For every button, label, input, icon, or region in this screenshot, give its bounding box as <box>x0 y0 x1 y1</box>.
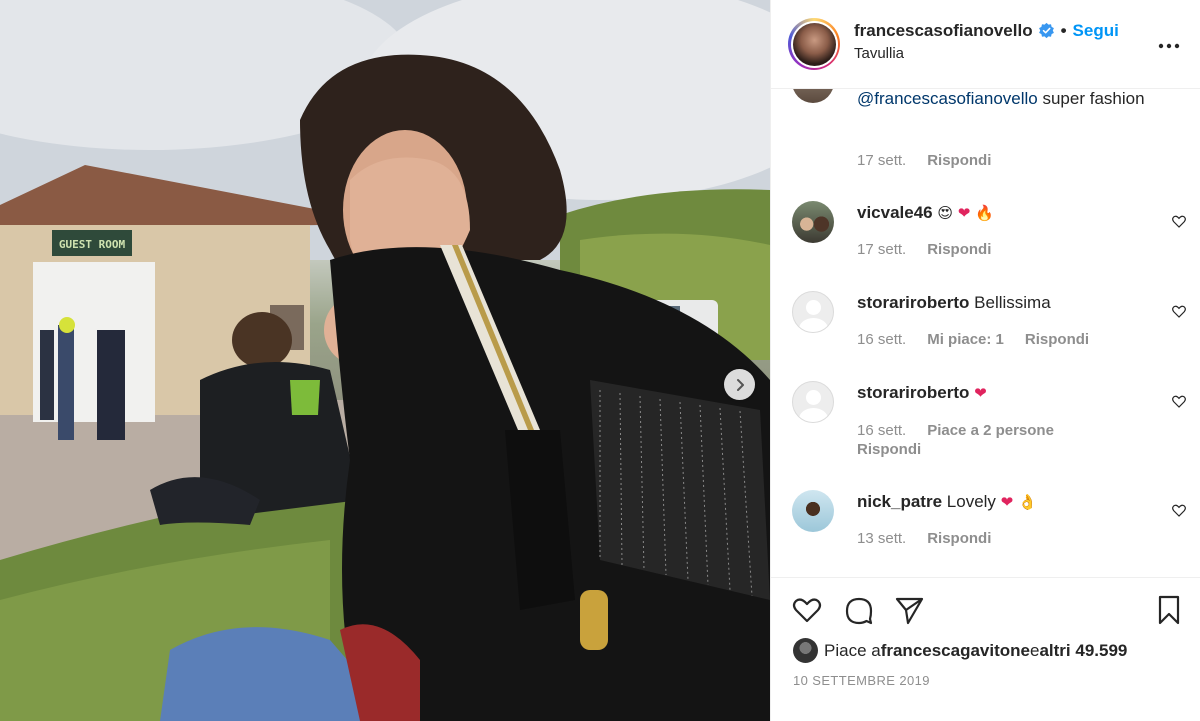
emoji-heart: ❤ <box>1000 493 1014 511</box>
commenter-avatar[interactable] <box>792 291 834 333</box>
reply-button[interactable]: Rispondi <box>1025 331 1089 348</box>
like-comment-heart-icon[interactable] <box>1171 213 1187 229</box>
more-options-button[interactable] <box>1157 34 1181 58</box>
post-actions: Piace a francescagavitone e altri 49.599… <box>771 577 1200 721</box>
emoji-ok-hand: 👌 <box>1017 493 1037 511</box>
commenter-username[interactable]: storariroberto <box>857 383 969 402</box>
follow-button[interactable]: Segui <box>1073 21 1119 41</box>
comment-text: nick_patre Lovely ❤ 👌 <box>857 490 1161 514</box>
story-avatar[interactable] <box>788 18 840 70</box>
more-dots-icon <box>1158 43 1180 49</box>
commenter-avatar[interactable] <box>792 490 834 532</box>
reply-button[interactable]: Rispondi <box>927 530 991 547</box>
comment-likes-count[interactable]: Piace a 2 persone <box>927 421 1054 440</box>
chevron-right-icon <box>736 378 744 391</box>
likes-middle: e <box>1030 640 1040 660</box>
next-photo-button[interactable] <box>724 369 755 400</box>
location-link[interactable]: Tavullia <box>854 45 1119 62</box>
mention-link[interactable]: @francescasofianovello <box>857 89 1038 108</box>
commenter-avatar[interactable] <box>792 201 834 243</box>
liker-username[interactable]: francescagavitone <box>881 641 1030 661</box>
reply-button[interactable]: Rispondi <box>927 241 991 258</box>
liker-avatar[interactable] <box>793 638 818 663</box>
commenter-avatar[interactable] <box>792 89 834 103</box>
comment-meta: 16 sett. Piace a 2 persone Rispondi <box>857 421 1157 459</box>
comment-text: storariroberto Bellissima <box>857 291 1161 314</box>
comment-text: storariroberto ❤ <box>857 381 1161 405</box>
comment-time[interactable]: 13 sett. <box>857 530 906 547</box>
like-comment-heart-icon[interactable] <box>1171 393 1187 409</box>
likes-prefix: Piace a <box>824 640 881 660</box>
comment-message: Bellissima <box>974 293 1051 312</box>
commenter-avatar[interactable] <box>792 381 834 423</box>
emoji-heart: ❤ <box>957 204 971 222</box>
comment-bubble-icon[interactable] <box>843 594 875 626</box>
comment-time[interactable]: 17 sett. <box>857 152 906 169</box>
emoji-fire: 🔥 <box>975 204 994 222</box>
comment-text: vicvale46 😍 ❤ 🔥 <box>857 201 1161 225</box>
avatar <box>792 22 836 66</box>
likes-summary: Piace a francescagavitone e altri 49.599 <box>793 638 1127 663</box>
comment-likes-count[interactable]: Mi piace: 1 <box>927 331 1004 348</box>
comment-meta: 17 sett. Rispondi <box>857 241 1012 258</box>
post-photo[interactable]: GUEST ROOM <box>0 0 770 721</box>
commenter-username[interactable]: nick_patre <box>857 492 942 511</box>
separator-dot: • <box>1060 20 1067 40</box>
comment-meta: 17 sett. Rispondi <box>857 152 1012 169</box>
reply-button[interactable]: Rispondi <box>927 152 991 169</box>
post-date[interactable]: 10 SETTEMBRE 2019 <box>793 673 930 688</box>
verified-badge-icon <box>1038 22 1054 39</box>
reply-button[interactable]: Rispondi <box>857 440 921 459</box>
comment-meta: 13 sett. Rispondi <box>857 530 1012 547</box>
author-username[interactable]: francescasofianovello <box>854 21 1033 41</box>
comment-message: Lovely <box>946 492 996 511</box>
post-sidebar: francescasofianovello • Segui Tavullia @… <box>770 0 1200 721</box>
comment-message: super fashion <box>1037 89 1145 108</box>
photo-scene: GUEST ROOM <box>0 0 770 721</box>
commenter-username[interactable]: storariroberto <box>857 293 969 312</box>
like-comment-heart-icon[interactable] <box>1171 303 1187 319</box>
likes-count-link[interactable]: altri 49.599 <box>1039 641 1127 661</box>
house-sign-text: GUEST ROOM <box>59 238 126 251</box>
comment-meta: 16 sett. Mi piace: 1 Rispondi <box>857 331 1110 348</box>
commenter-username[interactable]: vicvale46 <box>857 203 933 222</box>
share-paper-plane-icon[interactable] <box>893 594 925 626</box>
like-heart-icon[interactable] <box>791 594 823 626</box>
comment-text: @francescasofianovello super fashion <box>857 89 1161 110</box>
save-bookmark-icon[interactable] <box>1153 594 1185 626</box>
comment-time[interactable]: 16 sett. <box>857 331 906 348</box>
comment-time[interactable]: 17 sett. <box>857 241 906 258</box>
emoji-heart: ❤ <box>974 384 987 402</box>
post-header: francescasofianovello • Segui Tavullia <box>771 0 1200 89</box>
comments-list[interactable]: @francescasofianovello super fashion 17 … <box>771 89 1200 577</box>
comment-time[interactable]: 16 sett. <box>857 421 906 440</box>
emoji-heart-eyes: 😍 <box>937 204 954 222</box>
like-comment-heart-icon[interactable] <box>1171 502 1187 518</box>
